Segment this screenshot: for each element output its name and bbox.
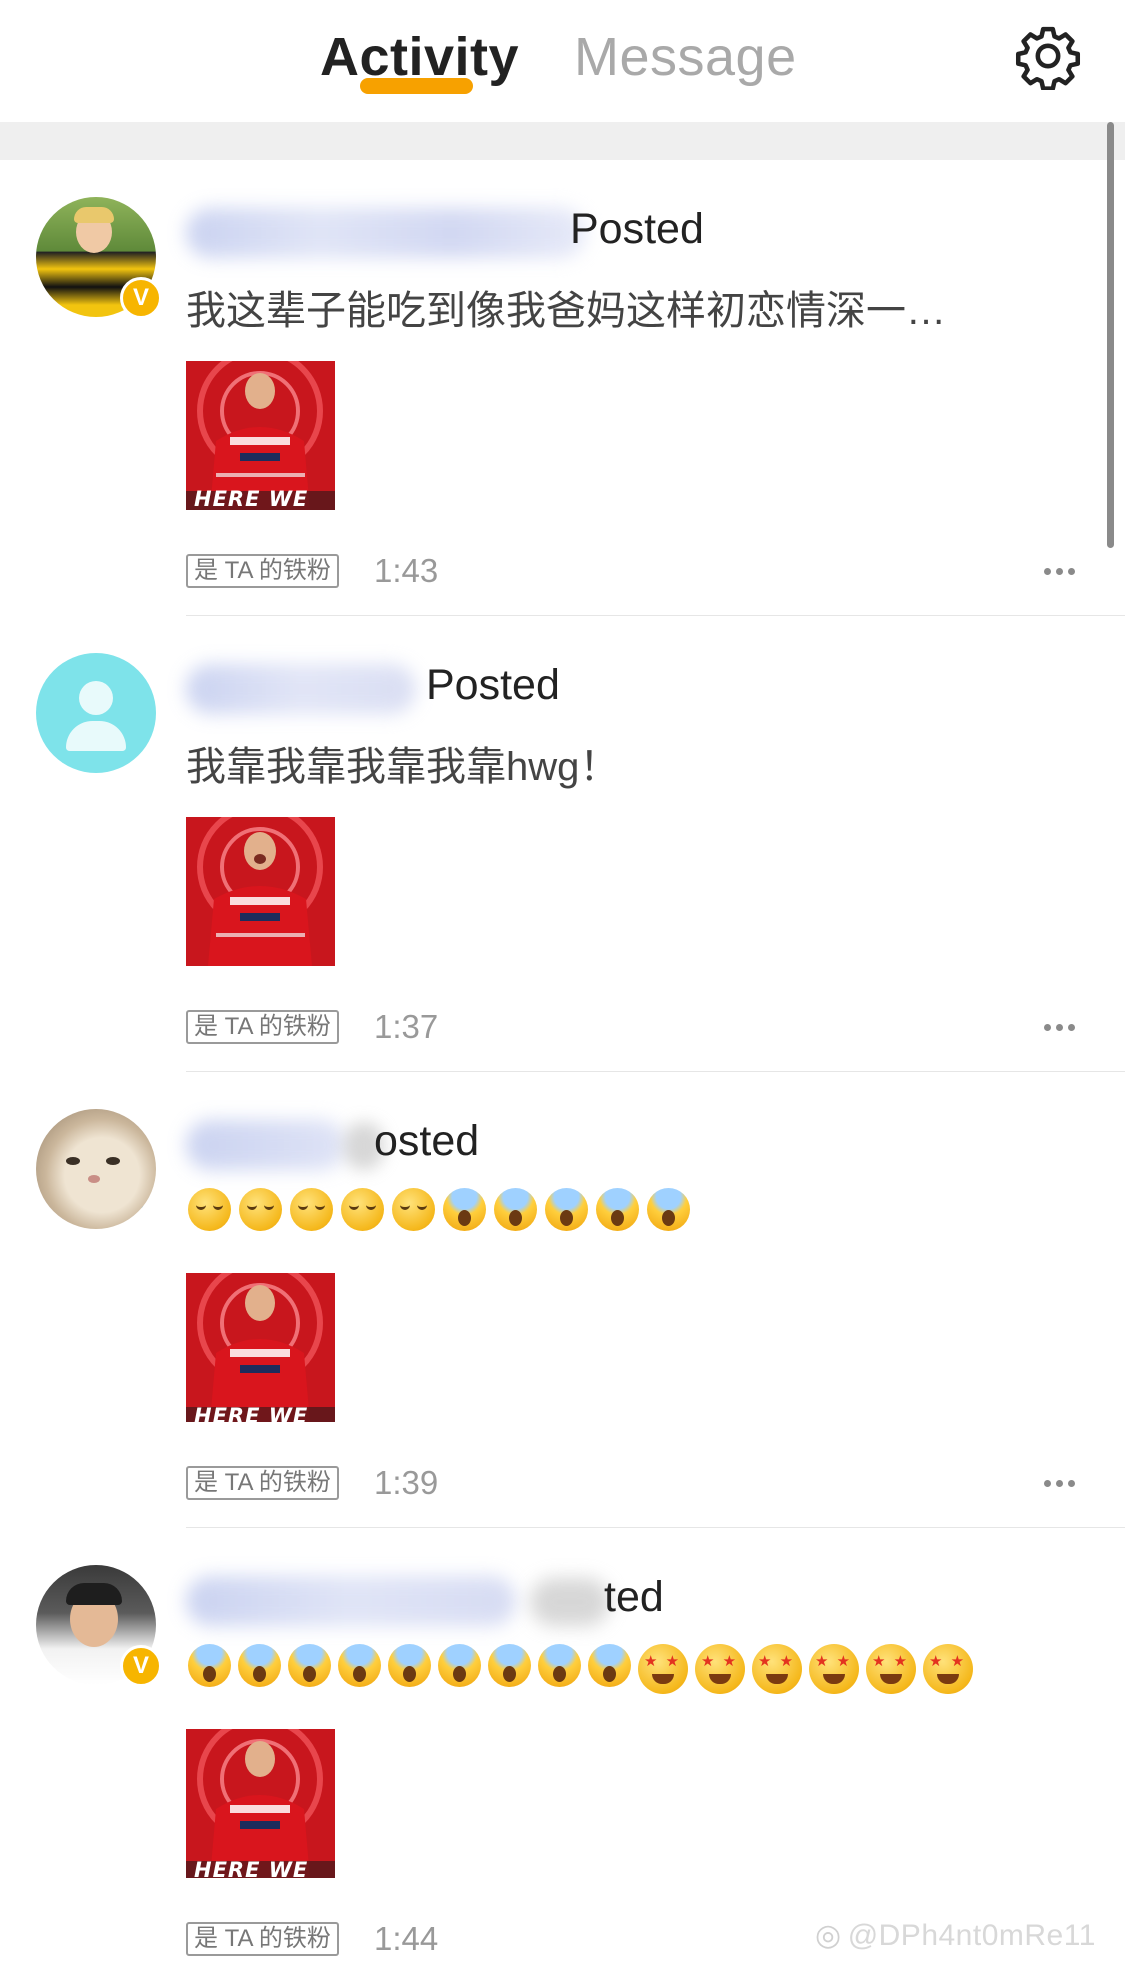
ellipsis-icon [1044, 1480, 1051, 1487]
username-blurred[interactable] [186, 1120, 346, 1170]
action-label: osted [374, 1117, 480, 1165]
screaming-face-icon [443, 1188, 486, 1231]
avatar[interactable]: V [36, 197, 162, 319]
fearful-face-icon [288, 1644, 331, 1687]
action-label: Posted [570, 205, 704, 253]
fearful-face-icon [438, 1644, 481, 1687]
username-blurred[interactable] [186, 1576, 516, 1626]
action-label-blur [530, 1578, 610, 1626]
tab-message[interactable]: Message [574, 22, 797, 92]
crying-face-icon [290, 1188, 333, 1231]
post-thumbnail[interactable] [186, 817, 335, 966]
feed-item[interactable]: osted HERE WE GO [0, 1072, 1125, 1528]
thumbnail-caption: HERE WE GO [194, 1858, 309, 1878]
watermark-text: @DPh4nt0mRe11 [847, 1919, 1096, 1952]
star-struck-face-icon [638, 1644, 688, 1694]
top-tab-bar: Activity Message [0, 0, 1125, 122]
fearful-face-icon [388, 1644, 431, 1687]
default-user-icon [79, 681, 113, 715]
teardrop-icon [140, 1205, 152, 1221]
ellipsis-icon [1044, 568, 1051, 575]
gear-icon [1015, 26, 1081, 91]
star-struck-face-icon [809, 1644, 859, 1694]
activity-feed: V Posted 我这辈子能吃到像我爸妈这样初恋情深一… HERE WE GO … [0, 160, 1125, 1984]
feed-item[interactable]: V Posted 我这辈子能吃到像我爸妈这样初恋情深一… HERE WE GO … [0, 160, 1125, 616]
star-struck-face-icon [695, 1644, 745, 1694]
star-struck-face-icon [923, 1644, 973, 1694]
post-time: 1:44 [374, 1920, 439, 1957]
header-divider [0, 122, 1125, 160]
action-label: Posted [426, 661, 560, 709]
post-content[interactable] [188, 1644, 973, 1694]
watermark: ◎ @DPh4nt0mRe11 [815, 1918, 1096, 1953]
post-thumbnail[interactable]: HERE WE GO [186, 1729, 335, 1878]
fan-badge: 是 TA 的铁粉 [186, 1010, 339, 1044]
active-tab-indicator [360, 78, 473, 94]
post-content[interactable] [188, 1188, 690, 1231]
username-blurred[interactable] [186, 208, 586, 258]
post-thumbnail[interactable]: HERE WE GO [186, 1273, 335, 1422]
screaming-face-icon [596, 1188, 639, 1231]
more-options-button[interactable] [1044, 1024, 1075, 1031]
crying-face-icon [392, 1188, 435, 1231]
username-blurred[interactable] [186, 664, 416, 714]
thumbnail-caption: HERE WE GO [194, 487, 309, 510]
fearful-face-icon [188, 1644, 231, 1687]
screaming-face-icon [647, 1188, 690, 1231]
thumbnail-caption: HERE WE GO [194, 1404, 309, 1422]
ellipsis-icon [1044, 1024, 1051, 1031]
fearful-face-icon [588, 1644, 631, 1687]
post-time: 1:39 [374, 1464, 439, 1501]
fearful-face-icon [238, 1644, 281, 1687]
avatar[interactable] [36, 653, 156, 773]
post-content[interactable]: 我靠我靠我靠我靠hwg！ [186, 734, 619, 792]
screaming-face-icon [545, 1188, 588, 1231]
star-struck-face-icon [866, 1644, 916, 1694]
fearful-face-icon [538, 1644, 581, 1687]
fearful-face-icon [338, 1644, 381, 1687]
settings-button[interactable] [1014, 22, 1082, 91]
crying-face-icon [188, 1188, 231, 1231]
avatar[interactable] [36, 1109, 156, 1229]
screaming-face-icon [494, 1188, 537, 1231]
feed-item[interactable]: V ted ★ ★ ★ ★ ★ ★ ★ ★ ★ ★ ★ ★ HERE WE 是 … [0, 1528, 1125, 1984]
fearful-face-icon [488, 1644, 531, 1687]
crying-face-icon [341, 1188, 384, 1231]
fan-badge: 是 TA 的铁粉 [186, 1466, 339, 1500]
post-content[interactable]: 我这辈子能吃到像我爸妈这样初恋情深一… [186, 278, 946, 336]
post-time: 1:43 [374, 552, 439, 589]
weibo-logo-icon: ◎ [815, 1919, 842, 1952]
post-thumbnail[interactable]: HERE WE GO [186, 361, 335, 510]
post-time: 1:37 [374, 1008, 439, 1045]
action-label: ted [604, 1573, 664, 1621]
more-options-button[interactable] [1044, 568, 1075, 575]
star-struck-face-icon [752, 1644, 802, 1694]
verified-badge-icon: V [120, 277, 162, 319]
feed-item[interactable]: Posted 我靠我靠我靠我靠hwg！ 是 TA 的铁粉 1:37 [0, 616, 1125, 1072]
fan-badge: 是 TA 的铁粉 [186, 1922, 339, 1956]
fan-badge: 是 TA 的铁粉 [186, 554, 339, 588]
avatar[interactable]: V [36, 1565, 162, 1687]
more-options-button[interactable] [1044, 1480, 1075, 1487]
crying-face-icon [239, 1188, 282, 1231]
verified-badge-icon: V [120, 1645, 162, 1687]
